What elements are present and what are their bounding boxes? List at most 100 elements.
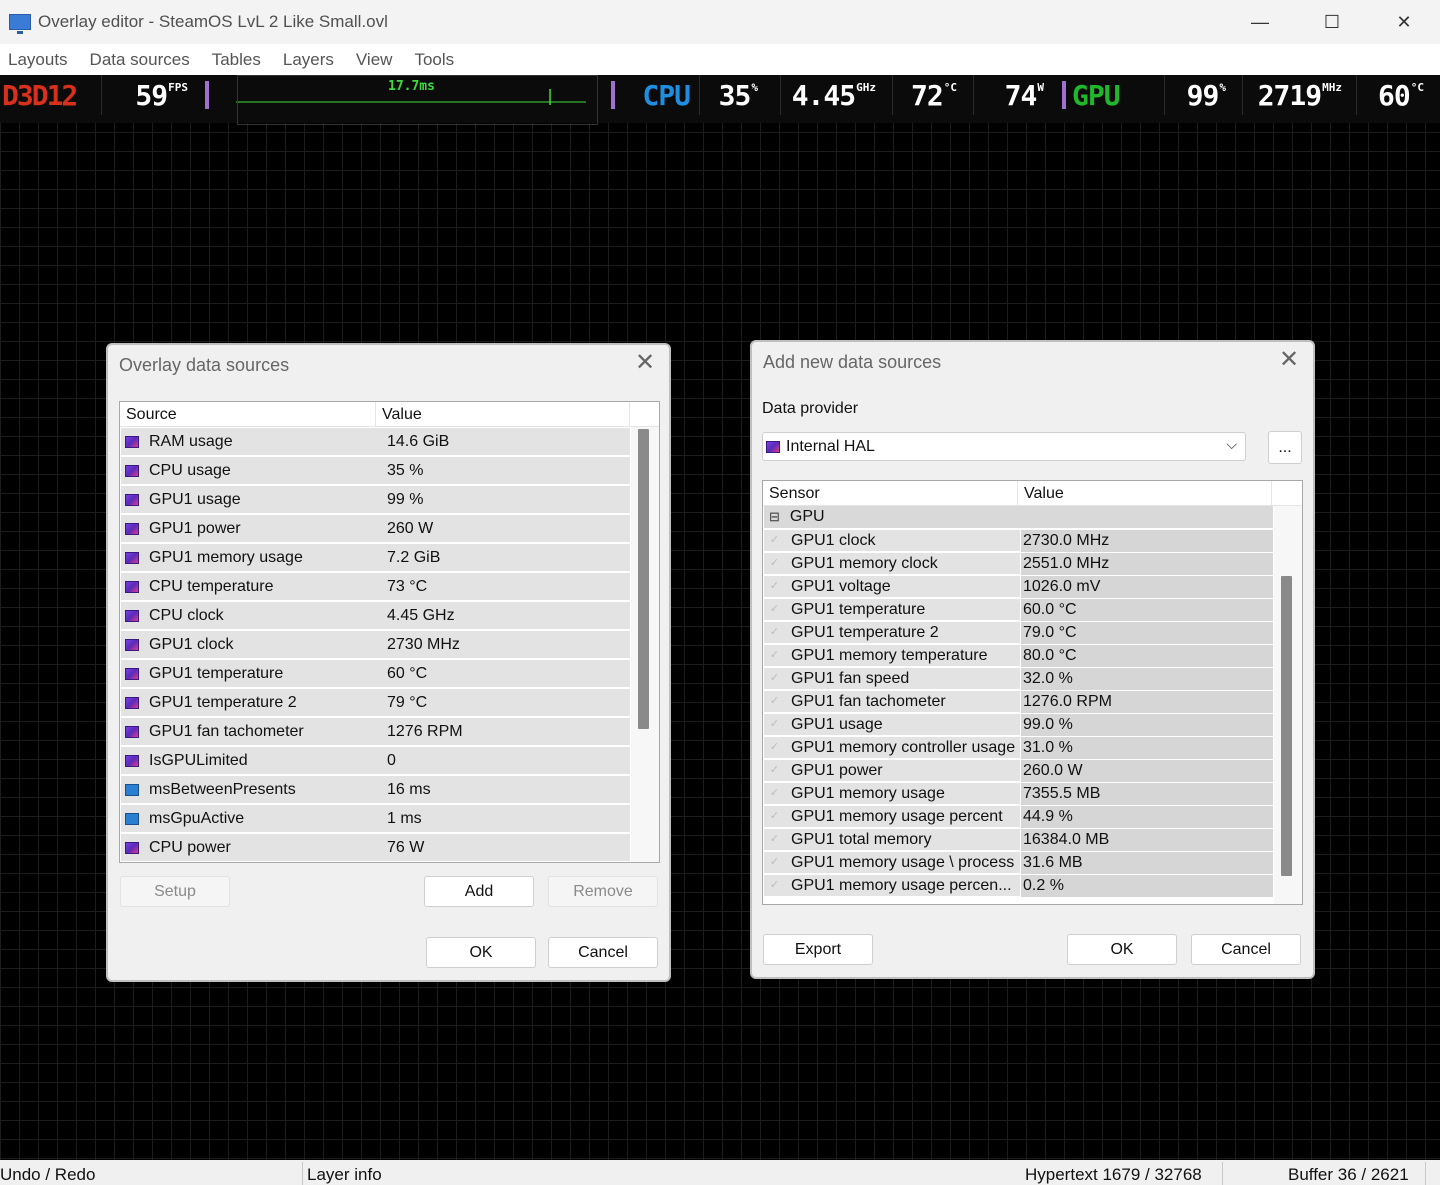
chart-icon [125,812,139,825]
list-item[interactable]: CPU power 76 W [121,834,630,862]
scrollbar[interactable] [631,427,659,862]
table-row[interactable]: ✓ GPU1 fan speed 32.0 % [764,668,1273,690]
menu-tools[interactable]: Tools [406,50,462,70]
check-icon[interactable]: ✓ [768,672,781,685]
sensor-name: GPU1 temperature [791,600,926,618]
table-row[interactable]: ✓ GPU1 total memory 16384.0 MB [764,829,1273,851]
ok-button[interactable]: OK [426,937,536,968]
close-icon[interactable]: ✕ [1277,348,1301,372]
list-item[interactable]: GPU1 power 260 W [121,515,630,543]
list-item[interactable]: GPU1 memory usage 7.2 GiB [121,544,630,572]
table-row[interactable]: ✓ GPU1 memory usage \ process 31.6 MB [764,852,1273,874]
menu-layouts[interactable]: Layouts [0,50,76,70]
check-icon[interactable]: ✓ [768,626,781,639]
check-icon[interactable]: ✓ [768,603,781,616]
menu-view[interactable]: View [348,50,401,70]
table-row[interactable]: ✓ GPU1 memory temperature 80.0 °C [764,645,1273,667]
status-layer-info: Layer info [307,1165,382,1184]
table-row[interactable]: ✓ GPU1 temperature 2 79.0 °C [764,622,1273,644]
scrollbar[interactable] [1274,506,1302,904]
menu-data-sources[interactable]: Data sources [82,50,198,70]
cpu-usage-unit: % [751,81,758,94]
menu-layers[interactable]: Layers [275,50,342,70]
sensor-value: 7355.5 MB [1020,783,1273,805]
column-value[interactable]: Value [1018,481,1272,505]
table-row[interactable]: ✓ GPU1 memory controller usage 31.0 % [764,737,1273,759]
check-icon[interactable]: ✓ [768,649,781,662]
list-item[interactable]: GPU1 usage 99 % [121,486,630,514]
maximize-button[interactable]: ☐ [1296,0,1368,44]
check-icon[interactable]: ✓ [768,787,781,800]
column-value[interactable]: Value [376,402,630,426]
list-item[interactable]: GPU1 clock 2730 MHz [121,631,630,659]
osd-gpu-temp: 60 °C [1358,75,1424,115]
close-button[interactable]: ✕ [1368,0,1440,44]
source-value: 79 °C [387,693,428,711]
list-item[interactable]: msGpuActive 1 ms [121,805,630,833]
list-header: Sensor Value [763,481,1302,506]
table-row[interactable]: ✓ GPU1 temperature 60.0 °C [764,599,1273,621]
osd-gpu-clock: 2719 MHz [1244,75,1342,115]
list-item[interactable]: CPU clock 4.45 GHz [121,602,630,630]
check-icon[interactable]: ✓ [768,810,781,823]
check-icon[interactable]: ✓ [768,879,781,892]
export-button[interactable]: Export [763,934,873,965]
list-item[interactable]: IsGPULimited 0 [121,747,630,775]
collapse-icon[interactable]: ⊟ [769,509,780,525]
list-item[interactable]: CPU temperature 73 °C [121,573,630,601]
check-icon[interactable]: ✓ [768,833,781,846]
sources-list[interactable]: Source Value RAM usage 14.6 GiB CPU usage 3… [119,401,660,863]
osd-strip[interactable]: D3D12 59 FPS 17.7ms CPU 35 % 4.45 GHz 72… [0,75,1440,123]
data-provider-select[interactable]: Internal HAL ⌵ [762,432,1246,461]
check-icon[interactable]: ✓ [768,695,781,708]
scrollbar-thumb[interactable] [1281,576,1292,876]
sensor-name: GPU1 voltage [791,577,891,595]
minimize-button[interactable]: — [1224,0,1296,44]
list-item[interactable]: GPU1 temperature 2 79 °C [121,689,630,717]
table-row[interactable]: ✓ GPU1 memory usage percent 44.9 % [764,806,1273,828]
table-row[interactable]: ✓ GPU1 memory clock 2551.0 MHz [764,553,1273,575]
gpu-temp-unit: °C [1410,81,1424,94]
table-row[interactable]: ✓ GPU1 clock 2730.0 MHz [764,530,1273,552]
sensor-name: GPU1 memory controller usage [791,738,1016,756]
cancel-button[interactable]: Cancel [548,937,658,968]
setup-button[interactable]: Setup [120,876,230,907]
close-icon[interactable]: ✕ [633,351,657,375]
menu-tables[interactable]: Tables [204,50,269,70]
source-value: 1276 RPM [387,722,463,740]
cancel-button[interactable]: Cancel [1191,934,1301,965]
column-sensor[interactable]: Sensor [763,481,1018,505]
check-icon[interactable]: ✓ [768,557,781,570]
status-hypertext: Hypertext 1679 / 32768 [1025,1165,1202,1184]
browse-button[interactable]: ... [1268,431,1302,464]
table-row[interactable]: ✓ GPU1 memory usage percen... 0.2 % [764,875,1273,897]
list-item[interactable]: msBetweenPresents 16 ms [121,776,630,804]
source-name: GPU1 temperature 2 [149,693,297,711]
list-item[interactable]: GPU1 temperature 60 °C [121,660,630,688]
check-icon[interactable]: ✓ [768,856,781,869]
sensors-list[interactable]: Sensor Value ⊟ GPU ✓ GPU1 clock 2730.0 MHz… [762,480,1303,905]
check-icon[interactable]: ✓ [768,534,781,547]
sensor-name: GPU1 fan tachometer [791,692,946,710]
add-button[interactable]: Add [424,876,534,907]
scrollbar-thumb[interactable] [638,429,649,729]
list-item[interactable]: RAM usage 14.6 GiB [121,428,630,456]
source-value: 76 W [387,838,425,856]
check-icon[interactable]: ✓ [768,764,781,777]
table-row[interactable]: ✓ GPU1 fan tachometer 1276.0 RPM [764,691,1273,713]
list-item[interactable]: GPU1 fan tachometer 1276 RPM [121,718,630,746]
check-icon[interactable]: ✓ [768,718,781,731]
ok-button[interactable]: OK [1067,934,1177,965]
sensor-name: GPU1 memory usage percent [791,807,1003,825]
table-row[interactable]: ✓ GPU1 usage 99.0 % [764,714,1273,736]
sensor-name: GPU1 memory clock [791,554,938,572]
group-row-gpu[interactable]: ⊟ GPU [764,506,1273,529]
table-row[interactable]: ✓ GPU1 memory usage 7355.5 MB [764,783,1273,805]
table-row[interactable]: ✓ GPU1 power 260.0 W [764,760,1273,782]
table-row[interactable]: ✓ GPU1 voltage 1026.0 mV [764,576,1273,598]
remove-button[interactable]: Remove [548,876,658,907]
column-source[interactable]: Source [120,402,376,426]
check-icon[interactable]: ✓ [768,741,781,754]
check-icon[interactable]: ✓ [768,580,781,593]
list-item[interactable]: CPU usage 35 % [121,457,630,485]
